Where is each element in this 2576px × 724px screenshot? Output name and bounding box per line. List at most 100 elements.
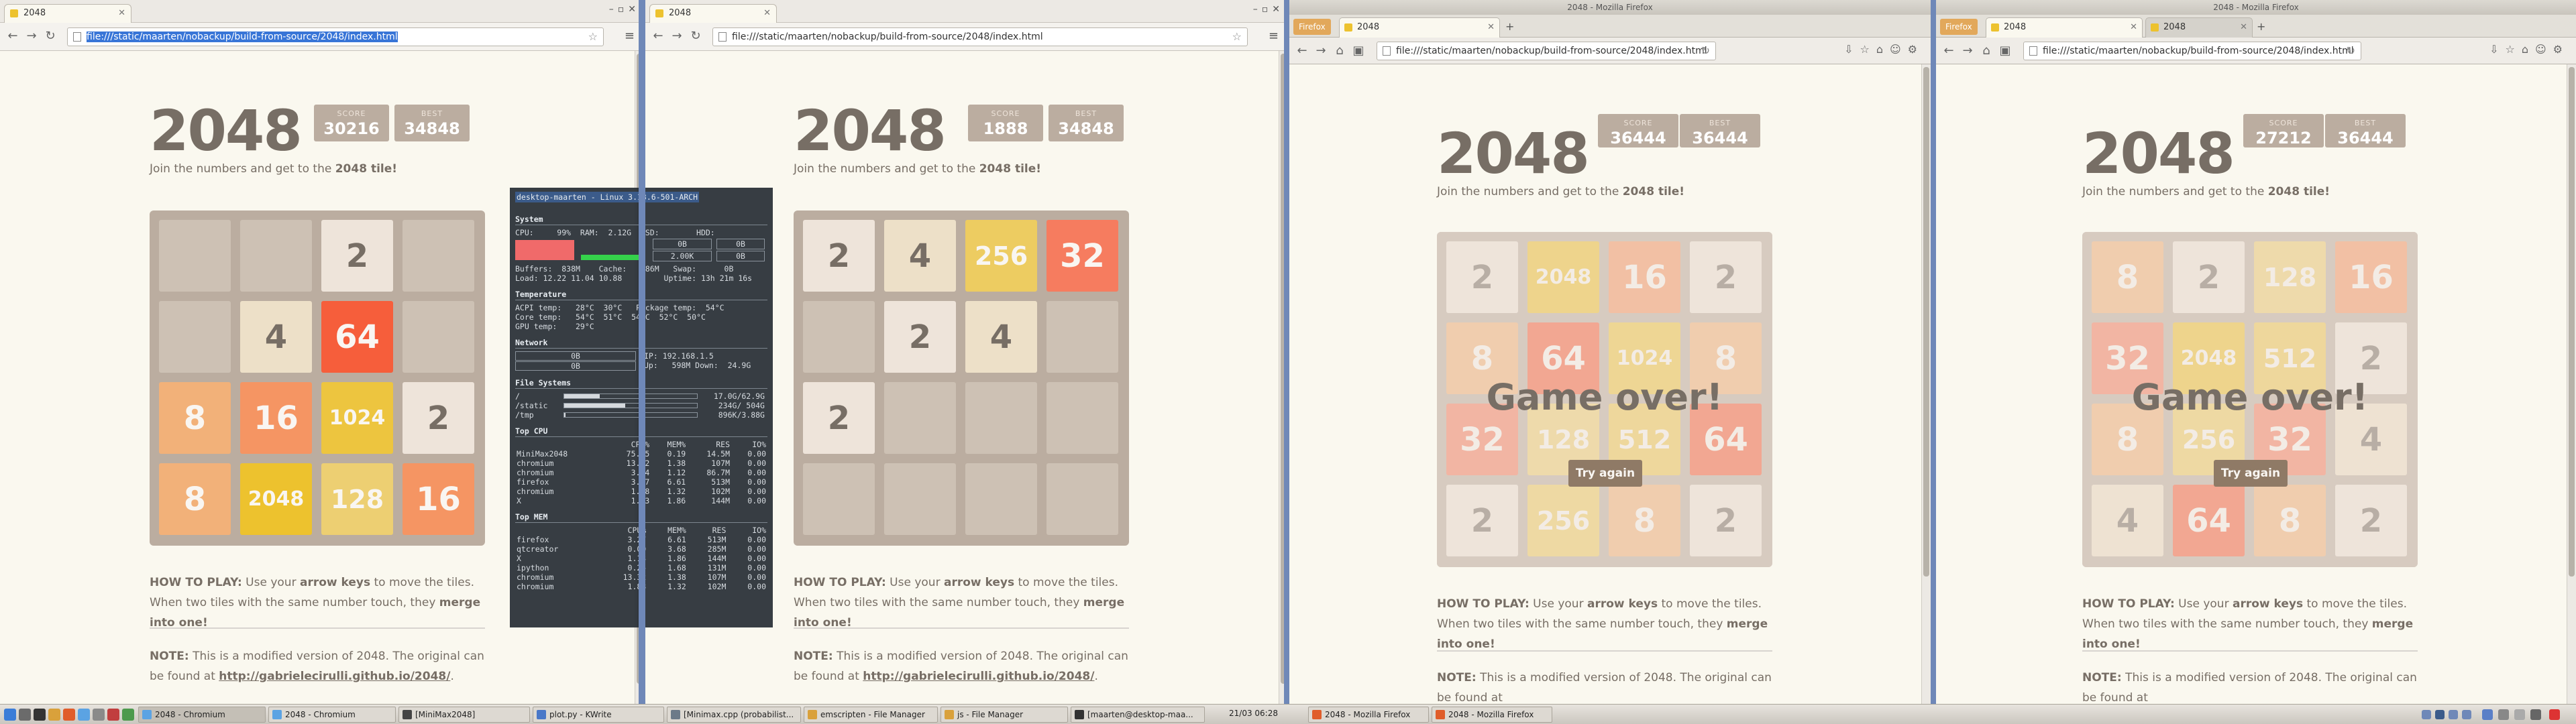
back-icon[interactable]: ←	[651, 29, 665, 43]
desktop-icon[interactable]	[19, 709, 31, 721]
workspace-icon[interactable]	[2422, 710, 2431, 719]
original-link[interactable]: http://gabrielecirulli.github.io/2048/	[219, 670, 450, 683]
workspace-icon[interactable]	[2449, 710, 2458, 719]
tile-4: 4	[884, 220, 956, 292]
tile-16: 16	[240, 382, 312, 454]
tray-icon[interactable]	[2530, 709, 2541, 720]
volume-icon[interactable]	[2498, 709, 2509, 720]
game-title: 2048	[794, 98, 947, 164]
app-icon[interactable]	[107, 709, 119, 721]
empty-cell	[884, 463, 956, 535]
reload-icon[interactable]: ↻	[688, 29, 703, 43]
back-icon[interactable]: ←	[5, 29, 20, 43]
network-icon[interactable]	[2482, 709, 2493, 720]
address-bar[interactable]: file:///static/maarten/nobackup/build-fr…	[2023, 42, 2361, 60]
workspace-icon[interactable]	[2462, 710, 2471, 719]
game-board[interactable]: 82128163220485122825632446482Game over!T…	[2082, 232, 2418, 567]
home-icon[interactable]: ⌂	[1332, 44, 1347, 58]
reload-icon[interactable]: ↻	[43, 29, 58, 43]
try-again-button[interactable]: Try again	[1568, 460, 1642, 487]
browser-tab[interactable]: 2048 ✕	[1986, 17, 2143, 38]
taskbar-task[interactable]: [maarten@desktop-maa...	[1071, 707, 1205, 723]
forward-icon[interactable]: →	[669, 29, 684, 43]
taskbar-task[interactable]: plot.py - KWrite	[533, 707, 664, 723]
workspace-icon[interactable]	[2435, 710, 2445, 719]
empty-cell	[803, 463, 875, 535]
close-tab-icon[interactable]: ✕	[2130, 18, 2137, 37]
forward-icon[interactable]: →	[1313, 44, 1328, 58]
taskbar-task[interactable]: 2048 - Chromium	[138, 707, 266, 723]
window-border	[1931, 0, 1936, 704]
net-up-graph: 0B	[515, 361, 636, 371]
address-bar[interactable]: file:///static/maarten/nobackup/build-fr…	[67, 27, 604, 46]
taskbar-task[interactable]: [Minimax.cpp (probabilist...	[667, 707, 801, 723]
cpu-bar	[515, 240, 574, 260]
bookmark-icon[interactable]: ▣	[1351, 44, 1366, 58]
browser-tab[interactable]: 2048 ✕	[4, 4, 131, 23]
taskbar-task[interactable]: [MiniMax2048]	[398, 707, 530, 723]
scrollbar[interactable]	[2567, 64, 2576, 704]
favicon-icon	[10, 9, 18, 17]
file-manager-icon[interactable]	[48, 709, 60, 721]
score-value: 36444	[1610, 129, 1666, 147]
tile-2: 2	[803, 220, 875, 292]
firefox-launcher-icon[interactable]	[63, 709, 75, 721]
app-launcher-icon[interactable]	[4, 709, 16, 721]
taskbar-task[interactable]: 2048 - Chromium	[268, 707, 396, 723]
app-icon[interactable]	[122, 709, 134, 721]
toolbar: ← → ⌂ ▣ file:///static/maarten/nobackup/…	[1936, 38, 2576, 64]
terminal-icon[interactable]	[34, 709, 46, 721]
addon-icons[interactable]: ⇩☆⌂☺⚙	[2489, 43, 2569, 56]
how-to-play: HOW TO PLAY: Use your arrow keys to move…	[2082, 597, 2414, 651]
taskbar-task[interactable]: 2048 - Mozilla Firefox	[1432, 707, 1552, 723]
new-tab-icon[interactable]: +	[1505, 20, 1514, 33]
try-again-button[interactable]: Try again	[2214, 460, 2288, 487]
original-link[interactable]: http://gabrielecirulli.github.io/2048/	[863, 670, 1094, 683]
new-tab-icon[interactable]: +	[2257, 20, 2265, 33]
window-controls[interactable]: –▫✕	[1253, 4, 1284, 15]
taskbar-task[interactable]: 2048 - Mozilla Firefox	[1308, 707, 1429, 723]
menu-icon[interactable]: ≡	[1269, 29, 1279, 43]
tile-2048: 2048	[240, 463, 312, 535]
menu-icon[interactable]: ≡	[625, 29, 635, 43]
tile-4: 4	[965, 301, 1037, 373]
taskbar-task[interactable]: js - File Manager	[941, 707, 1068, 723]
tray-icon[interactable]	[2514, 709, 2525, 720]
addon-icons[interactable]: ⇩☆⌂☺⚙	[1844, 43, 1924, 56]
address-bar[interactable]: file:///static/maarten/nobackup/build-fr…	[712, 27, 1248, 46]
settings-icon[interactable]	[93, 709, 105, 721]
scrollbar[interactable]	[1921, 64, 1931, 704]
firefox-menu-button[interactable]: Firefox	[1293, 19, 1331, 35]
browser-tab[interactable]: 2048 ✕	[1339, 17, 1500, 38]
close-tab-icon[interactable]: ✕	[118, 5, 125, 22]
window-controls[interactable]: –▫✕	[609, 4, 640, 15]
star-icon[interactable]: ☆	[588, 28, 598, 46]
star-icon[interactable]: ☆	[1232, 28, 1242, 46]
tile-128: 128	[321, 463, 393, 535]
browser-tab[interactable]: 2048 ✕	[649, 4, 777, 23]
close-tab-icon[interactable]: ✕	[2240, 18, 2247, 37]
tile-4: 4	[240, 301, 312, 373]
back-icon[interactable]: ←	[1295, 44, 1309, 58]
game-board[interactable]: 2 4 64 8 16 1024 2 8 2048 128 16	[150, 210, 485, 546]
forward-icon[interactable]: →	[1960, 44, 1975, 58]
close-tab-icon[interactable]: ✕	[1487, 18, 1495, 37]
tile-2: 2	[803, 382, 875, 454]
home-icon[interactable]: ⌂	[1979, 44, 1994, 58]
task-app-icon	[402, 710, 412, 719]
back-icon[interactable]: ←	[1941, 44, 1956, 58]
game-board[interactable]: 22048162864102483212851264225682Game ove…	[1437, 232, 1772, 567]
address-bar[interactable]: file:///static/maarten/nobackup/build-fr…	[1377, 42, 1716, 60]
firefox-menu-button[interactable]: Firefox	[1940, 19, 1978, 35]
browser-tab-2[interactable]: 2048 ✕	[2145, 17, 2253, 38]
close-tab-icon[interactable]: ✕	[763, 5, 771, 22]
chromium-launcher-icon[interactable]	[78, 709, 90, 721]
game-board[interactable]: 2 4 256 32 2 4 2	[794, 210, 1129, 546]
clock[interactable]: 21/03 06:28	[1229, 709, 1278, 718]
bookmark-icon[interactable]: ▣	[1998, 44, 2012, 58]
taskbar-task[interactable]: emscripten - File Manager	[804, 707, 938, 723]
forward-icon[interactable]: →	[24, 29, 39, 43]
power-icon[interactable]	[2549, 709, 2560, 720]
reload-icon[interactable]: ↻	[1701, 42, 1710, 60]
reload-icon[interactable]: ↻	[2347, 42, 2355, 60]
